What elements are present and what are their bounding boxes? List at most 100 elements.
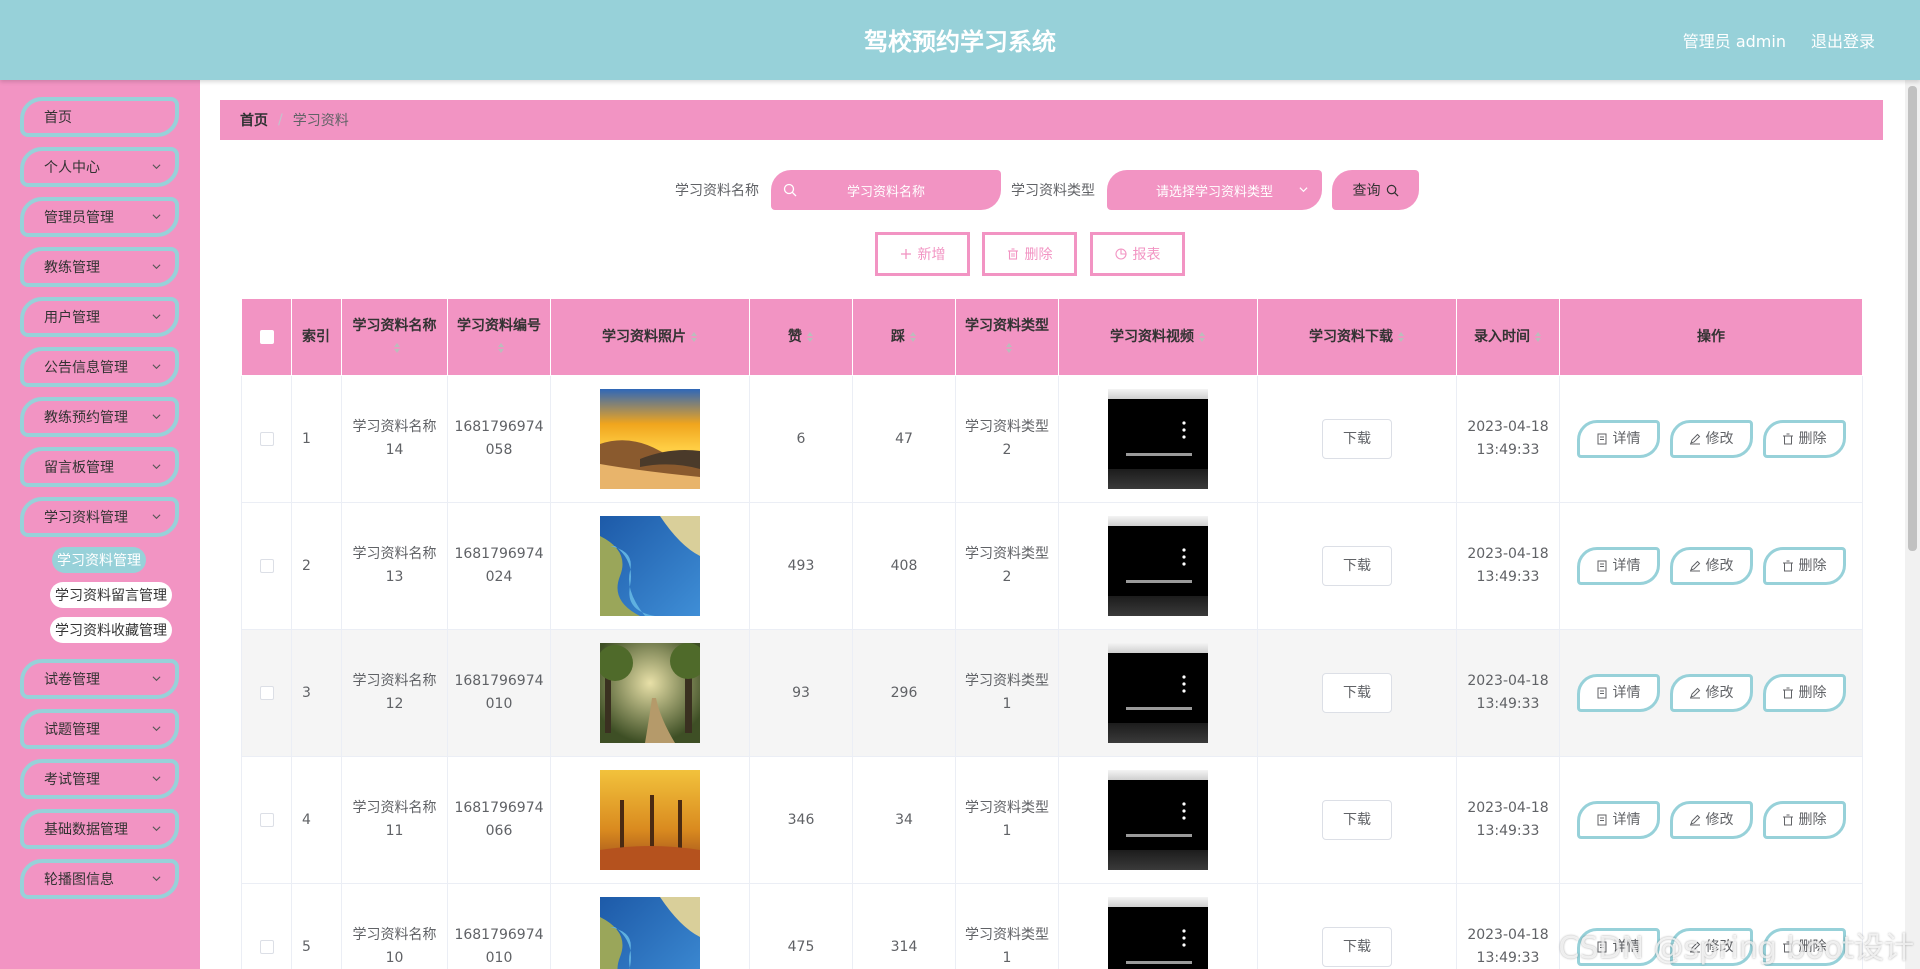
more-options-icon[interactable] bbox=[1182, 675, 1186, 693]
query-button[interactable]: 查询 bbox=[1332, 170, 1419, 210]
sidebar-item-6[interactable]: 教练预约管理 bbox=[20, 397, 179, 437]
detail-button[interactable]: 详情 bbox=[1576, 420, 1660, 458]
submenu-item-1[interactable]: 学习资料留言管理 bbox=[50, 582, 172, 608]
select-all-checkbox[interactable] bbox=[259, 330, 274, 344]
col-download[interactable]: 学习资料下载 bbox=[1257, 298, 1457, 376]
row-checkbox[interactable] bbox=[259, 431, 274, 446]
batch-delete-button[interactable]: 删除 bbox=[982, 232, 1077, 276]
sidebar-item-3[interactable]: 教练管理 bbox=[20, 247, 179, 287]
video-progress-bar[interactable] bbox=[1126, 834, 1192, 837]
photo-thumbnail[interactable] bbox=[600, 643, 700, 743]
video-player[interactable] bbox=[1108, 770, 1208, 870]
video-player[interactable] bbox=[1108, 643, 1208, 743]
video-player[interactable] bbox=[1108, 389, 1208, 489]
row-download-cell: 下载 bbox=[1257, 756, 1457, 884]
row-ops-cell: 详情 修改 删除 bbox=[1559, 756, 1863, 884]
download-button[interactable]: 下载 bbox=[1322, 927, 1392, 967]
video-progress-bar[interactable] bbox=[1126, 707, 1192, 710]
detail-button[interactable]: 详情 bbox=[1576, 674, 1660, 712]
row-clock: 13:49:33 bbox=[1476, 823, 1540, 839]
row-like: 93 bbox=[749, 629, 853, 757]
delete-button[interactable]: 删除 bbox=[1762, 674, 1846, 712]
more-options-icon[interactable] bbox=[1182, 929, 1186, 947]
col-like[interactable]: 赞 bbox=[749, 298, 853, 376]
delete-button[interactable]: 删除 bbox=[1762, 420, 1846, 458]
detail-button[interactable]: 详情 bbox=[1576, 547, 1660, 585]
row-clock: 13:49:33 bbox=[1476, 569, 1540, 585]
report-button[interactable]: 报表 bbox=[1090, 232, 1185, 276]
sidebar-item-10[interactable]: 试题管理 bbox=[20, 709, 179, 749]
type-select-placeholder: 请选择学习资料类型 bbox=[1155, 184, 1273, 200]
col-time[interactable]: 录入时间 bbox=[1456, 298, 1560, 376]
video-progress-bar[interactable] bbox=[1126, 580, 1192, 583]
breadcrumb-home[interactable]: 首页 bbox=[240, 110, 268, 130]
sidebar-item-label: 首页 bbox=[44, 110, 72, 126]
name-search-input[interactable]: 学习资料名称 bbox=[771, 170, 1001, 210]
download-button[interactable]: 下载 bbox=[1322, 800, 1392, 840]
add-button[interactable]: 新增 bbox=[875, 232, 970, 276]
photo-thumbnail[interactable] bbox=[600, 770, 700, 870]
col-code[interactable]: 学习资料编号 bbox=[447, 298, 551, 376]
row-ops-cell: 详情 修改 删除 bbox=[1559, 883, 1863, 969]
edit-button[interactable]: 修改 bbox=[1669, 801, 1753, 839]
video-progress-bar[interactable] bbox=[1126, 961, 1192, 964]
sidebar-item-13[interactable]: 轮播图信息 bbox=[20, 859, 179, 899]
col-dislike[interactable]: 踩 bbox=[852, 298, 956, 376]
download-button[interactable]: 下载 bbox=[1322, 673, 1392, 713]
edit-button[interactable]: 修改 bbox=[1669, 674, 1753, 712]
document-icon bbox=[1597, 941, 1606, 953]
col-photo[interactable]: 学习资料照片 bbox=[550, 298, 750, 376]
video-progress-bar[interactable] bbox=[1126, 453, 1192, 456]
download-button[interactable]: 下载 bbox=[1322, 419, 1392, 459]
row-video-cell bbox=[1058, 883, 1258, 969]
submenu-item-0[interactable]: 学习资料管理 bbox=[52, 547, 146, 573]
scrollbar-thumb[interactable] bbox=[1908, 86, 1917, 551]
photo-thumbnail[interactable] bbox=[600, 897, 700, 969]
type-select[interactable]: 请选择学习资料类型 bbox=[1107, 170, 1322, 210]
sidebar-item-7[interactable]: 留言板管理 bbox=[20, 447, 179, 487]
more-options-icon[interactable] bbox=[1182, 548, 1186, 566]
delete-button[interactable]: 删除 bbox=[1762, 547, 1846, 585]
download-button[interactable]: 下载 bbox=[1322, 546, 1392, 586]
sidebar-item-9[interactable]: 试卷管理 bbox=[20, 659, 179, 699]
row-name: 学习资料名称13 bbox=[341, 502, 448, 630]
video-bottom-bar bbox=[1108, 850, 1208, 870]
row-clock: 13:49:33 bbox=[1476, 950, 1540, 966]
video-player[interactable] bbox=[1108, 897, 1208, 969]
col-name[interactable]: 学习资料名称 bbox=[341, 298, 448, 376]
edit-button[interactable]: 修改 bbox=[1669, 547, 1753, 585]
sidebar-item-0[interactable]: 首页 bbox=[20, 97, 179, 137]
admin-user-label[interactable]: 管理员 admin bbox=[1683, 28, 1786, 52]
row-checkbox[interactable] bbox=[259, 685, 274, 700]
sort-icon bbox=[393, 343, 400, 353]
more-options-icon[interactable] bbox=[1182, 802, 1186, 820]
photo-thumbnail[interactable] bbox=[600, 389, 700, 489]
logout-link[interactable]: 退出登录 bbox=[1811, 28, 1875, 52]
row-select-cell bbox=[241, 883, 292, 969]
submenu-item-2[interactable]: 学习资料收藏管理 bbox=[50, 617, 172, 643]
row-checkbox[interactable] bbox=[259, 558, 274, 573]
col-video[interactable]: 学习资料视频 bbox=[1058, 298, 1258, 376]
edit-button[interactable]: 修改 bbox=[1669, 928, 1753, 966]
pencil-icon bbox=[1689, 687, 1700, 699]
page-scrollbar[interactable] bbox=[1905, 80, 1920, 969]
detail-button[interactable]: 详情 bbox=[1576, 928, 1660, 966]
sidebar-item-12[interactable]: 基础数据管理 bbox=[20, 809, 179, 849]
delete-button[interactable]: 删除 bbox=[1762, 928, 1846, 966]
sidebar-item-11[interactable]: 考试管理 bbox=[20, 759, 179, 799]
delete-button[interactable]: 删除 bbox=[1762, 801, 1846, 839]
sidebar-item-5[interactable]: 公告信息管理 bbox=[20, 347, 179, 387]
row-like: 475 bbox=[749, 883, 853, 969]
col-type[interactable]: 学习资料类型 bbox=[955, 298, 1059, 376]
photo-thumbnail[interactable] bbox=[600, 516, 700, 616]
detail-button[interactable]: 详情 bbox=[1576, 801, 1660, 839]
sidebar-item-1[interactable]: 个人中心 bbox=[20, 147, 179, 187]
sidebar-item-4[interactable]: 用户管理 bbox=[20, 297, 179, 337]
video-player[interactable] bbox=[1108, 516, 1208, 616]
sidebar-item-2[interactable]: 管理员管理 bbox=[20, 197, 179, 237]
row-checkbox[interactable] bbox=[259, 939, 274, 954]
sidebar-item-8[interactable]: 学习资料管理 bbox=[20, 497, 179, 537]
more-options-icon[interactable] bbox=[1182, 421, 1186, 439]
row-checkbox[interactable] bbox=[259, 812, 274, 827]
edit-button[interactable]: 修改 bbox=[1669, 420, 1753, 458]
